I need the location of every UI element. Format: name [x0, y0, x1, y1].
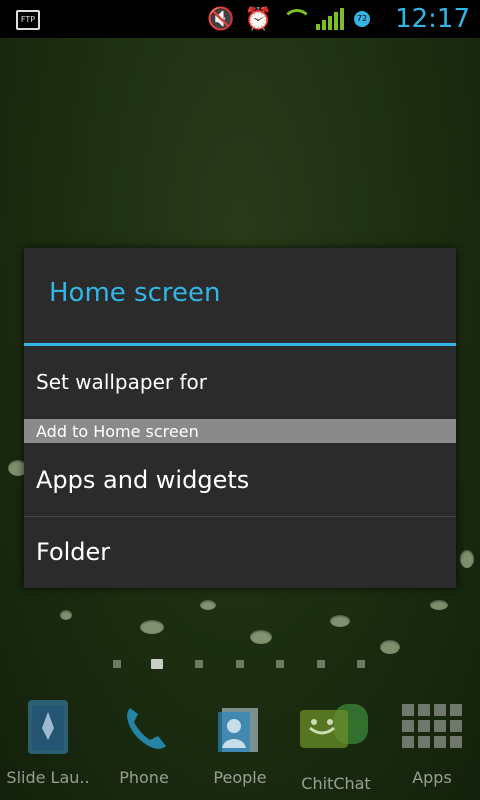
- chat-icon: [296, 698, 376, 758]
- rocket-launcher-icon: [24, 698, 72, 758]
- app-label: ChitChat: [301, 774, 371, 793]
- page-dot: [357, 660, 365, 668]
- set-wallpaper-item[interactable]: Set wallpaper for: [24, 346, 456, 416]
- phone-icon: [120, 698, 168, 758]
- signal-icon: [316, 8, 344, 30]
- clock: 12:17: [395, 4, 470, 34]
- app-label: Apps: [412, 768, 452, 787]
- list-divider: [24, 516, 456, 517]
- wifi-icon: [282, 9, 312, 29]
- status-icons: 🔇 ⏰ 72: [207, 6, 370, 32]
- wallpaper-droplet: [250, 630, 272, 644]
- dock-app-slide-launcher[interactable]: Slide Lau..: [0, 690, 96, 800]
- data-badge-icon: 72: [354, 11, 370, 27]
- apps-grid-icon: [400, 698, 464, 758]
- wallpaper-droplet: [430, 600, 448, 610]
- wallpaper-droplet: [60, 610, 72, 620]
- app-label: Phone: [119, 768, 169, 787]
- dock-app-phone[interactable]: Phone: [96, 690, 192, 800]
- section-header-label: Add to Home screen: [36, 422, 199, 441]
- page-indicator: [0, 655, 480, 671]
- folder-item[interactable]: Folder: [24, 518, 456, 588]
- add-to-home-section-header: Add to Home screen: [24, 419, 456, 443]
- apps-and-widgets-item[interactable]: Apps and widgets: [24, 446, 456, 516]
- mute-icon: 🔇: [207, 6, 235, 32]
- alarm-icon: ⏰: [244, 6, 272, 32]
- dock-app-people[interactable]: People: [192, 690, 288, 800]
- wallpaper-droplet: [460, 550, 474, 568]
- ftp-icon: FTP: [16, 10, 40, 30]
- folder-label: Folder: [36, 538, 111, 566]
- dock-app-drawer[interactable]: Apps: [384, 690, 480, 800]
- status-bar: FTP 🔇 ⏰ 72 12:17: [0, 0, 480, 38]
- app-label: Slide Lau..: [6, 768, 90, 787]
- wallpaper-droplet: [380, 640, 400, 654]
- page-dot-active: [151, 659, 163, 669]
- wallpaper-droplet: [140, 620, 164, 634]
- apps-and-widgets-label: Apps and widgets: [36, 466, 250, 494]
- wallpaper-droplet: [200, 600, 216, 610]
- home-screen-dialog: Home screen Set wallpaper for Add to Hom…: [24, 248, 456, 588]
- people-icon: [216, 698, 264, 758]
- wallpaper-droplet: [330, 615, 350, 627]
- set-wallpaper-label: Set wallpaper for: [36, 370, 207, 394]
- page-dot: [317, 660, 325, 668]
- page-dot: [276, 660, 284, 668]
- page-dot: [113, 660, 121, 668]
- app-label: People: [213, 768, 267, 787]
- dock: Slide Lau.. Phone People ChitChat Apps: [0, 690, 480, 800]
- page-dot: [236, 660, 244, 668]
- page-dot: [195, 660, 203, 668]
- dock-app-chitchat[interactable]: ChitChat: [288, 690, 384, 800]
- dialog-title: Home screen: [49, 278, 221, 308]
